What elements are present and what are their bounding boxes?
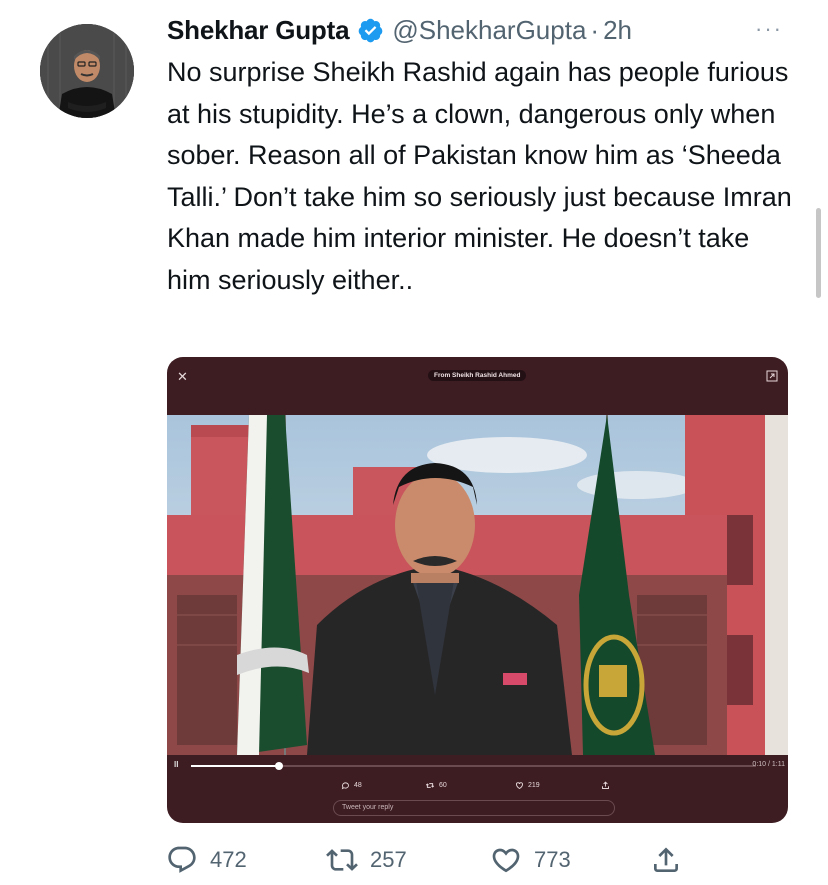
progress-knob[interactable]	[274, 762, 283, 770]
media-like-button[interactable]: 219	[515, 781, 540, 790]
reply-icon	[168, 846, 196, 873]
like-button[interactable]: 773	[490, 844, 571, 876]
tweet-timestamp[interactable]: 2h	[603, 15, 632, 46]
retweet-icon	[425, 783, 435, 788]
media-retweet-button[interactable]: 60	[425, 781, 447, 790]
media-share-button[interactable]	[601, 781, 610, 790]
like-count: 773	[534, 847, 571, 872]
media-source-label: From Sheikh Rashid Ahmed	[428, 370, 527, 381]
share-icon	[602, 781, 609, 789]
reply-button[interactable]: 472	[166, 844, 247, 876]
reply-input[interactable]: Tweet your reply	[333, 800, 615, 816]
retweet-count: 257	[370, 847, 407, 872]
retweet-icon	[326, 849, 358, 871]
tweet-text: No surprise Sheikh Rashid again has peop…	[167, 57, 792, 295]
pause-icon[interactable]: II	[174, 760, 178, 769]
expand-icon[interactable]	[766, 370, 778, 382]
share-icon	[654, 847, 678, 872]
author-handle[interactable]: @ShekharGupta	[392, 15, 586, 46]
reply-icon	[341, 782, 349, 790]
tweet-header: Shekhar Gupta @ShekharGupta · 2h	[167, 12, 632, 48]
reply-count: 472	[210, 847, 247, 872]
heart-icon	[516, 782, 523, 790]
media-top-bar: ✕ From Sheikh Rashid Ahmed	[167, 357, 788, 415]
media-reply-count: 48	[354, 782, 362, 789]
avatar-photo	[40, 24, 134, 118]
progress-fill	[191, 765, 279, 767]
video-frame[interactable]	[167, 415, 788, 755]
avatar[interactable]	[40, 24, 134, 118]
tweet-action-bar: 472 257 773	[160, 838, 800, 882]
retweet-button[interactable]: 257	[326, 844, 407, 876]
close-icon[interactable]: ✕	[177, 369, 188, 385]
media-retweet-count: 60	[439, 782, 447, 789]
video-progress[interactable]: II 0:10 / 1:11	[167, 757, 788, 773]
separator-dot: ·	[590, 14, 600, 45]
more-options-icon[interactable]: ···	[748, 14, 790, 44]
video-time: 0:10 / 1:11	[752, 761, 785, 768]
heart-icon	[492, 848, 520, 873]
author-name[interactable]: Shekhar Gupta	[167, 15, 350, 46]
media-like-count: 219	[528, 782, 540, 789]
share-button[interactable]	[650, 844, 682, 876]
media-reply-button[interactable]: 48	[341, 781, 362, 790]
verified-badge-icon	[359, 18, 383, 42]
progress-track[interactable]	[191, 762, 756, 770]
media-actions: 48 60 219	[167, 781, 788, 795]
media-attachment[interactable]: ✕ From Sheikh Rashid Ahmed II 0:10 / 1:1…	[167, 357, 788, 823]
scrollbar[interactable]	[816, 208, 821, 298]
